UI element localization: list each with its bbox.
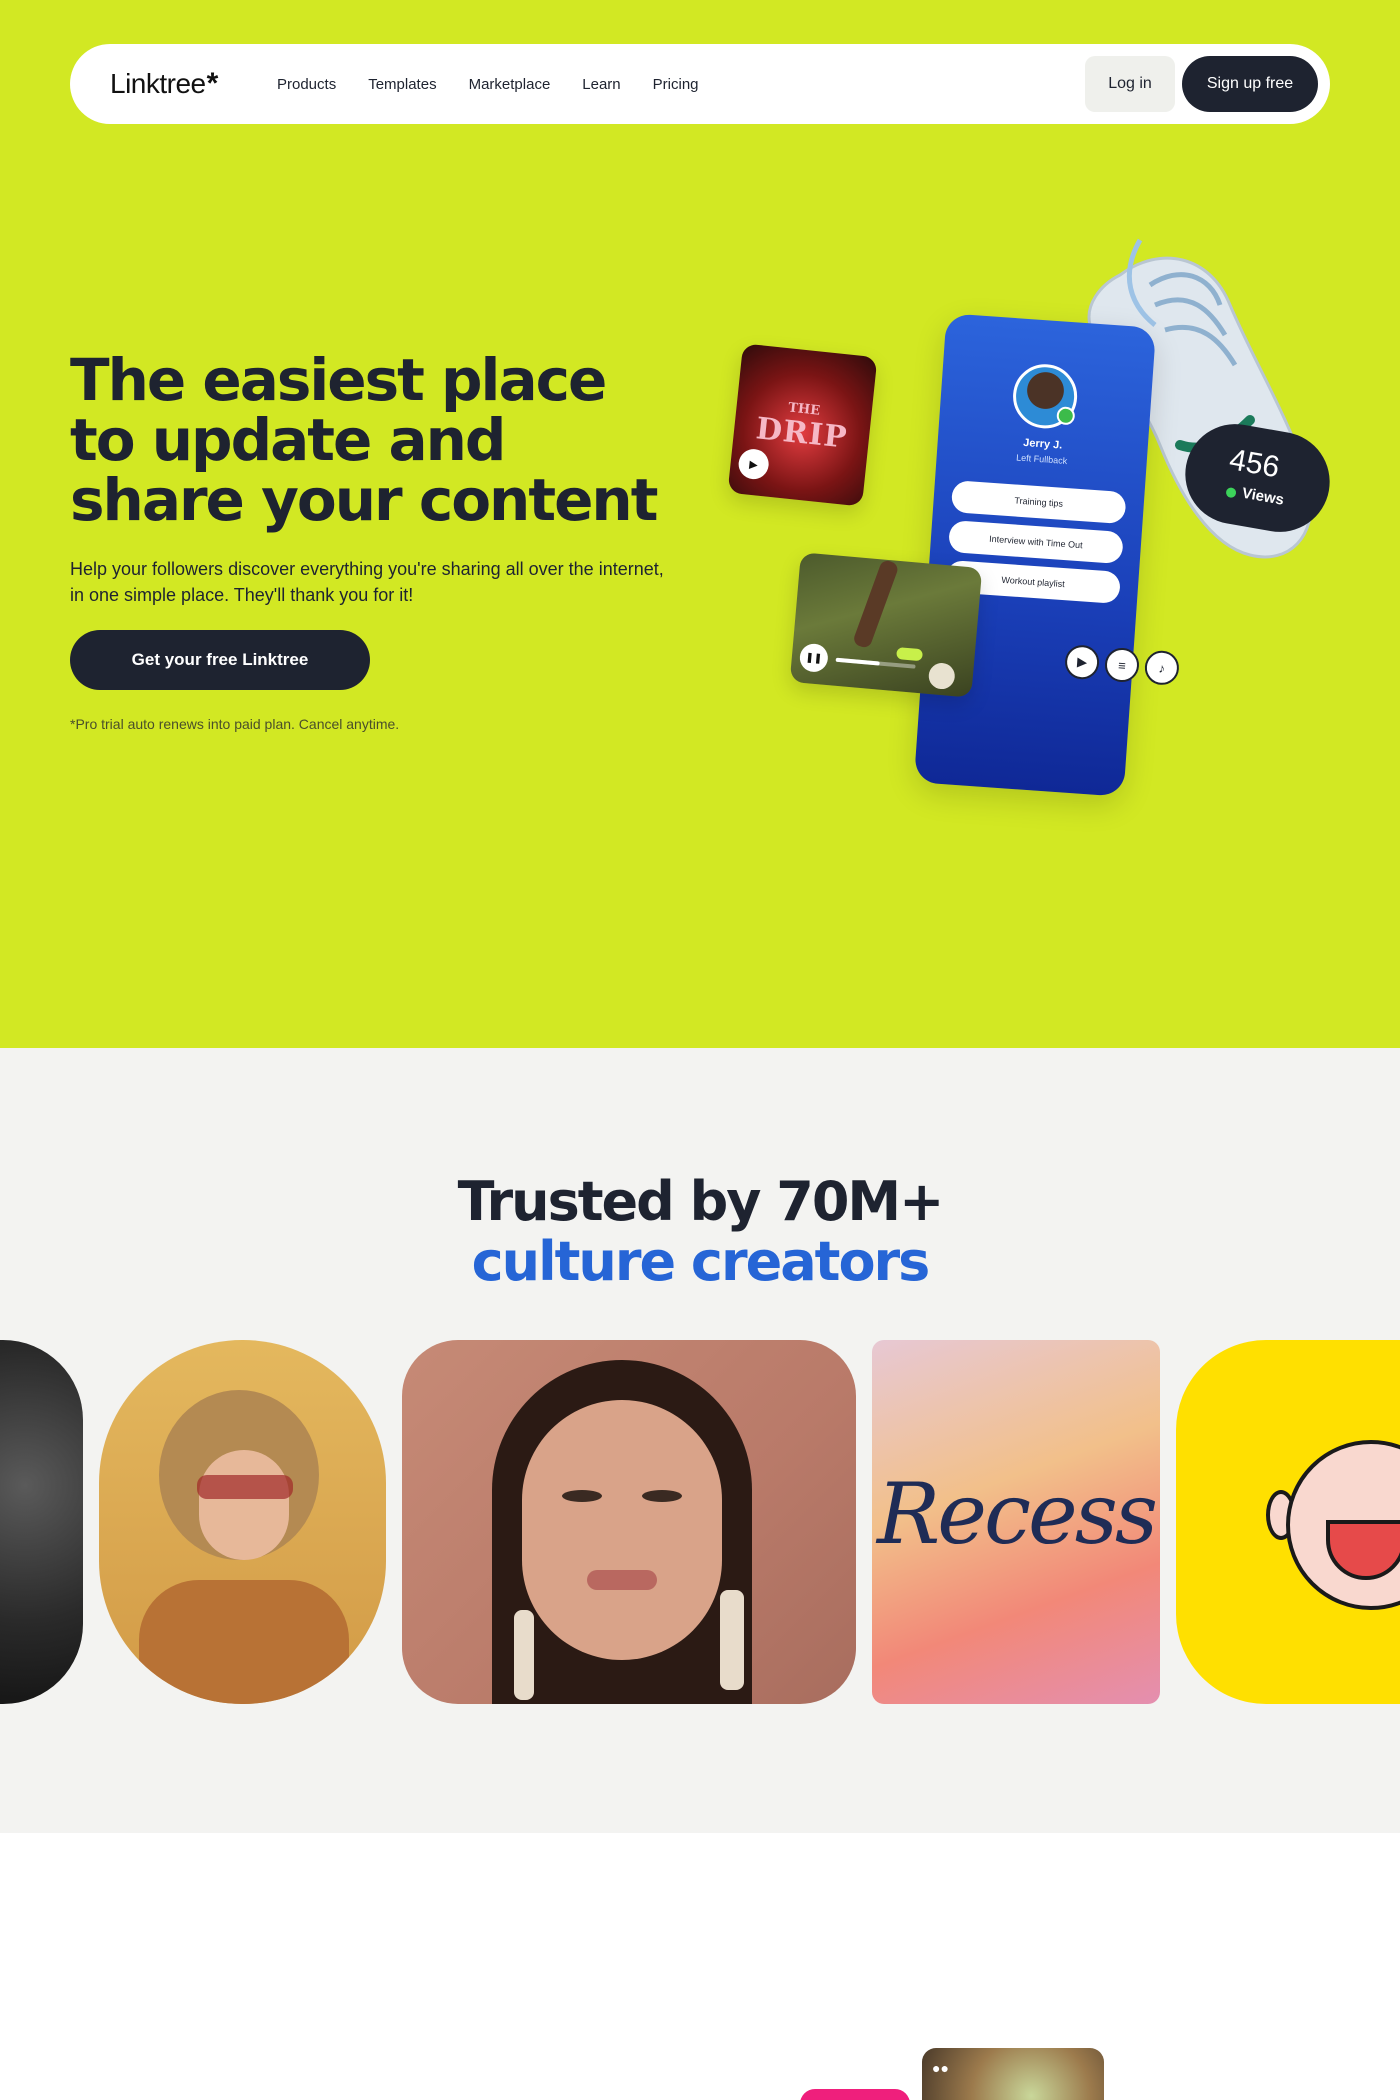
hero-title: The easiest place to update and share yo…	[70, 350, 690, 530]
player-illustration	[851, 558, 900, 650]
creator-card[interactable]	[1176, 1340, 1400, 1704]
views-count: 456	[1226, 443, 1282, 485]
creator-card[interactable]	[99, 1340, 386, 1704]
top-navbar: Linktree * Products Templates Marketplace…	[70, 44, 1330, 124]
hero-section: Linktree * Products Templates Marketplace…	[0, 0, 1400, 1048]
creator-card[interactable]	[402, 1340, 856, 1704]
eye-illustration	[642, 1490, 682, 1502]
trusted-title: Trusted by 70M+	[457, 1170, 945, 1233]
eye-illustration	[562, 1490, 602, 1502]
hero-title-line: share your content	[70, 466, 658, 534]
nav-link-learn[interactable]: Learn	[582, 76, 620, 93]
logo-text: Linktree	[110, 68, 206, 99]
linktree-logo[interactable]: Linktree *	[110, 68, 218, 100]
ball-illustration	[927, 661, 956, 691]
creator-card[interactable]	[0, 1340, 83, 1704]
phone-mockup: Jerry J. Left Fullback Training tips Int…	[913, 313, 1157, 797]
hero-title-line: The easiest place	[70, 346, 607, 414]
creator-face-illustration	[522, 1400, 722, 1660]
hero-subtitle-line: in one simple place. They'll thank you f…	[70, 585, 414, 605]
profile-link-button[interactable]: Training tips	[950, 480, 1127, 525]
youtube-icon[interactable]: ▶	[1063, 644, 1101, 681]
spotify-icon[interactable]: ≡	[1103, 646, 1141, 684]
video-card[interactable]: ❚❚	[789, 552, 983, 698]
pink-pill-decoration	[800, 2089, 910, 2100]
video-progress-fill	[835, 657, 880, 666]
nav-link-pricing[interactable]: Pricing	[653, 76, 699, 93]
play-icon[interactable]: ▶	[737, 447, 771, 481]
hero-subtitle: Help your followers discover everything …	[70, 556, 690, 608]
lips-illustration	[587, 1570, 657, 1590]
creator-card[interactable]: Recess	[872, 1340, 1160, 1704]
creator-jacket-illustration	[139, 1580, 349, 1704]
tiktok-icon[interactable]: ♪	[1143, 649, 1181, 686]
nav-link-marketplace[interactable]: Marketplace	[469, 76, 551, 93]
hero-title-line: to update and	[70, 406, 506, 474]
medium-icon: ●●	[932, 2060, 949, 2076]
views-label: Views	[1240, 484, 1286, 509]
nav-link-products[interactable]: Products	[277, 76, 336, 93]
food-media-card[interactable]: ●●	[922, 2048, 1104, 2100]
nav-link-templates[interactable]: Templates	[368, 76, 436, 93]
earring-illustration	[720, 1590, 744, 1690]
login-button[interactable]: Log in	[1085, 56, 1175, 112]
logo-asterisk-icon: *	[206, 67, 219, 100]
trusted-accent-title: culture creators	[471, 1230, 931, 1293]
next-section: ●●	[0, 1833, 1400, 2100]
pause-icon[interactable]: ❚❚	[798, 642, 830, 674]
hero-subtitle-line: Help your followers discover everything …	[70, 559, 664, 579]
profile-link-button[interactable]: Interview with Time Out	[948, 520, 1124, 565]
signup-button[interactable]: Sign up free	[1182, 56, 1318, 112]
live-dot-icon	[1225, 486, 1237, 499]
player-shoe-illustration	[896, 647, 924, 662]
sunglasses-illustration	[197, 1475, 293, 1499]
get-free-linktree-button[interactable]: Get your free Linktree	[70, 630, 370, 690]
trial-note: *Pro trial auto renews into paid plan. C…	[70, 716, 400, 732]
profile-avatar	[1010, 362, 1080, 431]
drip-media-card[interactable]: THE DRIP ▶	[727, 343, 878, 507]
verified-check-icon	[1056, 406, 1076, 426]
earring-illustration	[514, 1610, 534, 1700]
nav-links: Products Templates Marketplace Learn Pri…	[277, 44, 731, 124]
creator-face-illustration	[199, 1450, 289, 1560]
recess-logo-text: Recess	[877, 1465, 1158, 1563]
